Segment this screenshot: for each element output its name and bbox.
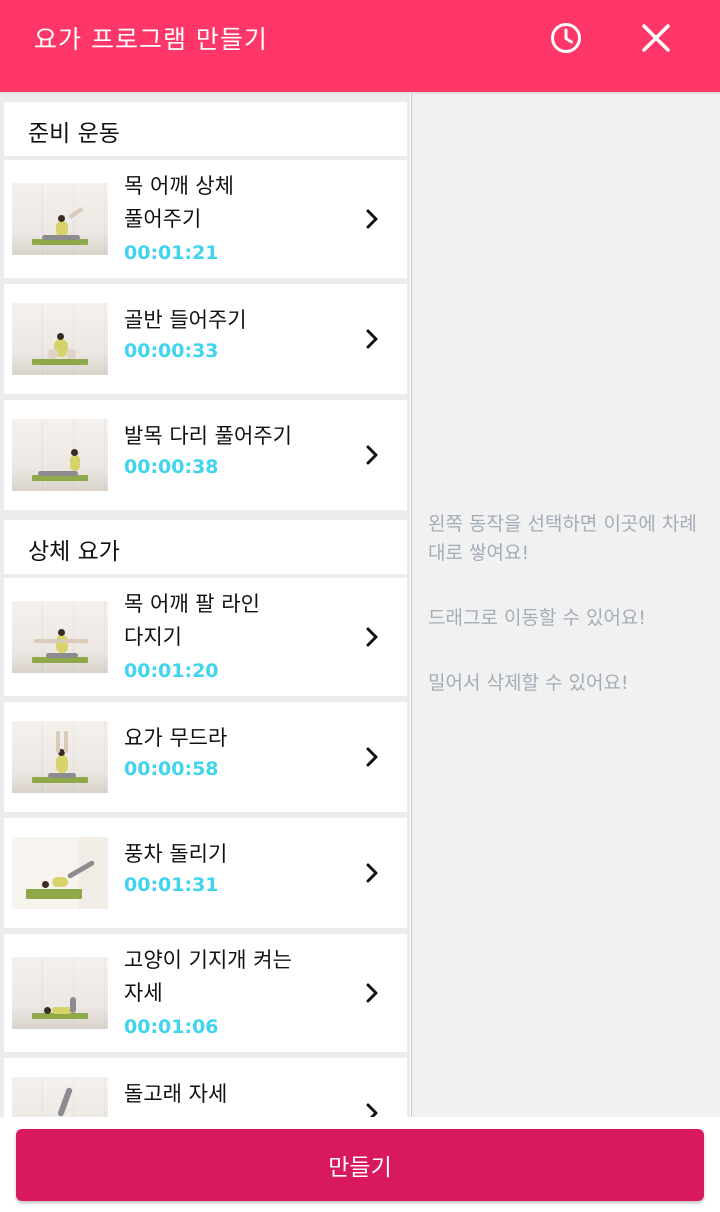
page-title: 요가 프로그램 만들기 [34, 25, 268, 54]
exercise-item[interactable]: 요가 무드라 00:00:58 [4, 702, 407, 812]
exercise-item[interactable]: 골반 들어주기 00:00:33 [4, 284, 407, 394]
history-button[interactable] [542, 14, 590, 62]
exercise-name: 발목 다리 풀어주기 [124, 424, 292, 448]
chevron-right-icon [366, 627, 378, 647]
exercise-item[interactable]: 목 어깨 상체 풀어주기 00:01:21 [4, 160, 407, 278]
exercise-duration: 00:00:33 [124, 340, 219, 362]
exercise-thumbnail [12, 1077, 108, 1117]
exercise-name: 풍차 돌리기 [124, 842, 228, 866]
section-header-warmup: 준비 운동 [4, 102, 407, 156]
exercise-name: 목 어깨 상체 풀어주기 [124, 174, 234, 231]
footer-bar: 만들기 [0, 1117, 720, 1212]
exercise-name: 골반 들어주기 [124, 308, 247, 332]
chevron-right-icon [366, 329, 378, 349]
exercise-name: 돌고래 자세 [124, 1082, 228, 1106]
exercise-duration: 00:01:21 [124, 242, 219, 264]
exercise-thumbnail [12, 957, 108, 1029]
exercise-item[interactable]: 목 어깨 팔 라인 다지기 00:01:20 [4, 578, 407, 696]
exercise-thumbnail [12, 721, 108, 793]
exercise-name: 목 어깨 팔 라인 다지기 [124, 592, 260, 649]
section-label: 준비 운동 [28, 121, 120, 147]
chevron-right-icon [366, 747, 378, 767]
exercise-thumbnail [12, 303, 108, 375]
exercise-thumbnail [12, 419, 108, 491]
exercise-item[interactable]: 고양이 기지개 켜는 자세 00:01:06 [4, 934, 407, 1052]
chevron-right-icon [366, 445, 378, 465]
hint-select: 왼쪽 동작을 선택하면 이곳에 차례대로 쌓여요! [428, 513, 697, 564]
exercise-thumbnail [12, 601, 108, 673]
exercise-duration: 00:01:31 [124, 874, 219, 896]
program-drop-area[interactable]: 왼쪽 동작을 선택하면 이곳에 차례대로 쌓여요! 드래그로 이동할 수 있어요… [411, 94, 720, 1117]
close-button[interactable] [632, 14, 680, 62]
chevron-right-icon [366, 209, 378, 229]
exercise-thumbnail [12, 183, 108, 255]
exercise-duration: 00:00:38 [124, 456, 219, 478]
exercise-thumbnail [12, 837, 108, 909]
chevron-right-icon [366, 1103, 378, 1117]
exercise-name: 요가 무드라 [124, 726, 228, 750]
hint-swipe-delete: 밀어서 삭제할 수 있어요! [428, 672, 629, 694]
exercise-duration: 00:01:20 [124, 660, 219, 682]
exercise-item[interactable]: 발목 다리 풀어주기 00:00:38 [4, 400, 407, 510]
section-label: 상체 요가 [28, 539, 120, 565]
make-program-button[interactable]: 만들기 [16, 1129, 704, 1201]
clock-icon [551, 23, 581, 53]
chevron-right-icon [366, 863, 378, 883]
exercise-name: 고양이 기지개 켜는 자세 [124, 948, 292, 1005]
app-header: 요가 프로그램 만들기 [0, 0, 720, 92]
exercise-duration: 00:00:58 [124, 758, 219, 780]
chevron-right-icon [366, 983, 378, 1003]
exercise-item[interactable]: 돌고래 자세 [4, 1058, 407, 1117]
exercise-duration: 00:01:06 [124, 1016, 219, 1038]
section-header-upper-body: 상체 요가 [4, 520, 407, 574]
close-icon [642, 24, 670, 52]
exercise-list[interactable]: 준비 운동 목 어깨 상체 풀어주기 00:01:21 골반 들어주기 00:0… [0, 94, 410, 1117]
hint-drag: 드래그로 이동할 수 있어요! [428, 607, 647, 629]
exercise-item[interactable]: 풍차 돌리기 00:01:31 [4, 818, 407, 928]
